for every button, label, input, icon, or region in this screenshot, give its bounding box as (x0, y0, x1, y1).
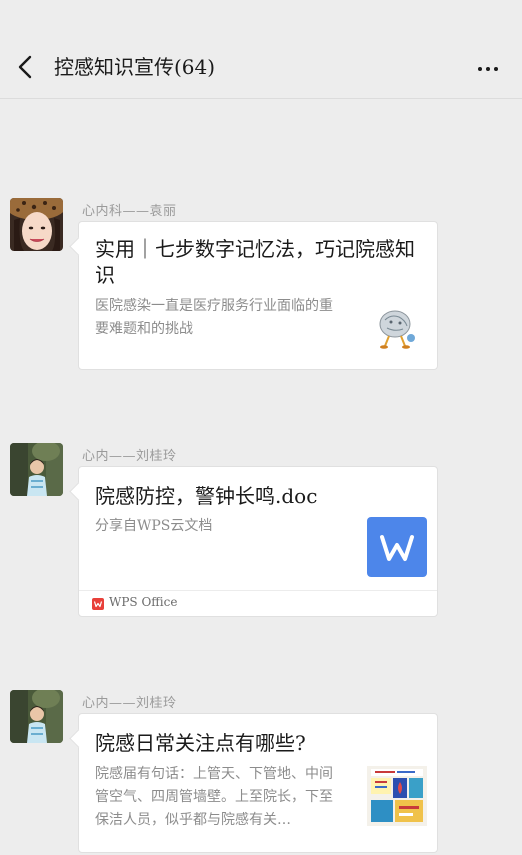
card-footer: WPS Office (79, 590, 437, 616)
sender-name: 心内——刘桂玲 (82, 449, 177, 464)
footer-app-name: WPS Office (109, 595, 178, 609)
card-title: 院感日常关注点有哪些? (95, 731, 306, 755)
card-title: 实用｜七步数字记忆法，巧记院感知识 (95, 237, 415, 287)
card-description: 医院感染一直是医疗服务行业面临的重要难题和的挑战 (95, 298, 333, 337)
chat-title: 控感知识宣传(64) (54, 55, 216, 79)
file-card[interactable]: 院感防控，警钟长鸣.doc 分享自WPS云文档 WPS Office (78, 466, 438, 617)
sender-name: 心内科——袁丽 (82, 204, 177, 219)
card-title: 院感防控，警钟长鸣.doc (95, 484, 318, 508)
nav-bar: 控感知识宣传(64) (0, 0, 522, 99)
card-description: 分享自WPS云文档 (95, 518, 213, 534)
link-card[interactable]: 院感日常关注点有哪些? 院感届有句话：上管天、下管地、中间管空气、四周管墙壁。上… (78, 713, 438, 853)
card-description: 院感届有句话：上管天、下管地、中间管空气、四周管墙壁。上至院长，下至保洁人员，似… (95, 766, 333, 828)
link-card[interactable]: 实用｜七步数字记忆法，巧记院感知识 医院感染一直是医疗服务行业面临的重要难题和的… (78, 221, 438, 370)
wps-document-icon (367, 517, 427, 577)
more-dots-icon[interactable] (472, 58, 504, 78)
avatar[interactable] (10, 198, 63, 251)
wps-logo-icon (92, 598, 104, 610)
card-thumbnail (371, 302, 421, 352)
chevron-left-icon[interactable] (14, 54, 40, 80)
sender-name: 心内——刘桂玲 (82, 696, 177, 711)
avatar[interactable] (10, 443, 63, 496)
avatar[interactable] (10, 690, 63, 743)
card-thumbnail (367, 766, 427, 826)
